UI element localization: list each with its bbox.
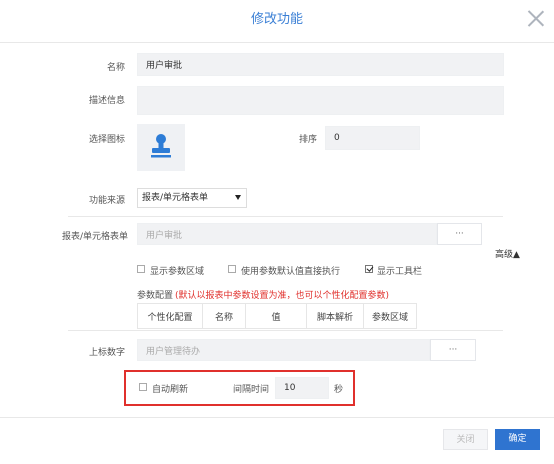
param-config-note: (默认以报表中参数设置为准，也可以个性化配置参数) (175, 291, 390, 301)
section-divider-2 (68, 330, 503, 331)
report-browse-button[interactable]: ··· (437, 223, 482, 245)
param-col-script: 脚本解析 (306, 303, 364, 329)
param-col-personalize: 个性化配置 (137, 303, 203, 329)
header-divider (0, 42, 554, 43)
report-label: 报表/单元格表单 (61, 232, 128, 242)
param-col-name: 名称 (202, 303, 246, 329)
advanced-toggle[interactable]: 高级▲ (495, 247, 520, 260)
use-default-label: 使用参数默认值直接执行 (241, 267, 341, 277)
auto-refresh-label: 自动刷新 (152, 385, 189, 395)
param-table: 个性化配置 名称 值 脚本解析 参数区域 (137, 303, 417, 329)
close-icon[interactable] (527, 9, 545, 27)
use-default-checkbox[interactable] (228, 265, 236, 273)
badge-label: 上标数字 (88, 348, 125, 358)
param-col-value: 值 (245, 303, 307, 329)
show-toolbar-checkbox[interactable] (365, 265, 373, 273)
close-button[interactable]: 关闭 (443, 429, 488, 450)
show-param-area-label: 显示参数区域 (150, 267, 205, 277)
badge-browse-button[interactable]: ··· (430, 339, 476, 361)
section-divider (68, 216, 503, 217)
interval-label: 间隔时间 (233, 385, 270, 395)
badge-input[interactable]: 用户管理待办 (137, 339, 430, 361)
name-input[interactable]: 用户审批 (137, 53, 504, 76)
param-col-area: 参数区域 (363, 303, 417, 329)
description-input[interactable] (137, 86, 504, 115)
confirm-button[interactable]: 确定 (495, 429, 540, 450)
interval-unit: 秒 (334, 385, 344, 395)
report-input[interactable]: 用户审批 (137, 223, 437, 245)
dialog-title: 修改功能 (250, 12, 303, 27)
icon-picker[interactable] (137, 124, 185, 171)
icon-label: 选择图标 (88, 135, 125, 145)
interval-input[interactable]: 10 (275, 377, 329, 399)
source-label: 功能来源 (88, 196, 125, 206)
dropdown-arrow-icon (235, 195, 241, 200)
show-param-area-checkbox[interactable] (137, 265, 145, 273)
auto-refresh-checkbox[interactable] (139, 383, 147, 391)
param-config-label: 参数配置 (137, 291, 174, 301)
source-select[interactable]: 报表/单元格表单 (137, 188, 247, 208)
sort-input[interactable]: 0 (325, 126, 420, 150)
footer-divider (0, 417, 554, 418)
edit-function-dialog: 修改功能 名称 用户审批 描述信息 选择图标 排序 0 功能来源 报表/单元格表… (0, 0, 554, 464)
description-label: 描述信息 (88, 96, 125, 106)
stamp-icon (151, 134, 171, 158)
show-toolbar-label: 显示工具栏 (377, 267, 423, 277)
source-select-value: 报表/单元格表单 (142, 193, 209, 203)
sort-label: 排序 (298, 135, 317, 145)
name-label: 名称 (106, 63, 125, 73)
